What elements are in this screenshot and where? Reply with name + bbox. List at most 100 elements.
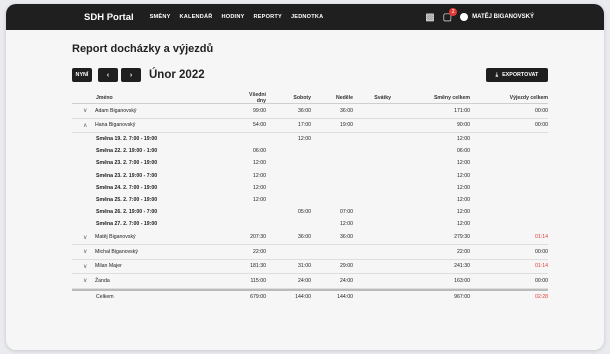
cell-weekdays: 207:30 bbox=[250, 234, 266, 241]
table-row[interactable]: ∧ Hana Biganovský 54:00 17:00 19:00 90:00 00:0… bbox=[72, 119, 548, 133]
cell-name: Směna 23. 2. 7:00 - 19:00 bbox=[96, 160, 158, 167]
cell-name-wrap: ∨ Matěj Biganovský bbox=[72, 234, 242, 241]
cell-shifts-total: 12:00 bbox=[457, 172, 470, 179]
cell-trips-total: 00:00 bbox=[535, 277, 548, 284]
cell-weekdays: 181:30 bbox=[250, 263, 266, 270]
cell-sundays: 24:00 bbox=[340, 277, 353, 284]
nav-item-hodiny[interactable]: HODINY bbox=[222, 14, 245, 20]
cell-name: Milan Majer bbox=[95, 263, 122, 270]
user-avatar-icon bbox=[460, 13, 469, 21]
cell-name: Směna 23. 2. 19:00 - 7:00 bbox=[96, 172, 158, 179]
table-row[interactable]: ∨ Matěj Biganovský 207:30 36:00 36:00 279:30 0… bbox=[72, 231, 548, 245]
cell-name-wrap: ∨ Žanda bbox=[72, 277, 242, 285]
cell-name: Michal Biganovský bbox=[95, 248, 138, 255]
cell-name: Matěj Biganovský bbox=[95, 234, 136, 241]
export-button[interactable]: ⤓ EXPORTOVAT bbox=[486, 68, 548, 82]
col-header-shifts-total[interactable]: Směny celkem bbox=[391, 95, 470, 101]
cell-name-wrap: ∨ Milan Majer bbox=[72, 263, 242, 270]
top-navbar: SDH Portal SMĚNY KALENDÁŘ HODINY REPORTY… bbox=[6, 4, 604, 30]
chevron-down-icon[interactable]: ∨ bbox=[83, 248, 95, 255]
col-header-name[interactable]: Jméno bbox=[72, 95, 242, 101]
chevron-down-icon[interactable]: ∨ bbox=[83, 277, 95, 284]
export-label: EXPORTOVAT bbox=[502, 72, 539, 78]
table-row[interactable]: ∨ Adam Biganovský 99:00 36:00 36:00 171:00 00:… bbox=[72, 104, 548, 119]
cell-shifts-total: 06:00 bbox=[457, 148, 470, 155]
chevron-down-icon[interactable]: ∨ bbox=[83, 234, 95, 241]
total-row: Celkem 679:00 144:00 144:00 967:00 02:28 bbox=[72, 288, 548, 303]
chevron-down-icon[interactable]: ∨ bbox=[83, 107, 95, 114]
col-header-weekdays[interactable]: Všední dny bbox=[242, 92, 266, 104]
header-actions: ▩ ▢ 2 MATĚJ BIGANOVSKÝ bbox=[425, 7, 534, 23]
table-row[interactable]: ∨ Milan Majer 181:30 31:00 29:00 241:30 01:14 bbox=[72, 260, 548, 274]
chevron-up-icon[interactable]: ∧ bbox=[83, 122, 95, 129]
col-header-sundays[interactable]: Neděle bbox=[311, 95, 353, 101]
cell-sundays: 144:00 bbox=[337, 293, 353, 300]
brand-title[interactable]: SDH Portal bbox=[84, 12, 134, 23]
calendar-notification-icon[interactable]: ▢ 2 bbox=[443, 7, 458, 23]
cell-sundays: 19:00 bbox=[340, 122, 353, 129]
user-menu[interactable]: MATĚJ BIGANOVSKÝ bbox=[460, 13, 534, 21]
cell-shifts-total: 163:00 bbox=[454, 277, 470, 284]
cell-weekdays: 99:00 bbox=[253, 107, 266, 114]
table-header-row: Jméno Všední dny Soboty Neděle Svátky Sm… bbox=[72, 92, 548, 104]
col-header-holidays[interactable]: Svátky bbox=[353, 95, 391, 101]
cell-name-wrap: ∨ Michal Biganovský bbox=[72, 248, 242, 256]
col-header-trips-total[interactable]: Výjezdy celkem bbox=[470, 95, 548, 101]
page-title: Report docházky a výjezdů bbox=[72, 43, 214, 55]
shift-row: Směna 25. 2. 7:00 - 19:00 12:00 12:00 bbox=[72, 194, 548, 206]
cell-name: Adam Biganovský bbox=[95, 107, 137, 114]
cell-shifts-total: 12:00 bbox=[457, 221, 470, 228]
shift-row: Směna 19. 2. 7:00 - 19:00 12:00 12:00 bbox=[72, 133, 548, 145]
prev-month-button[interactable]: ‹ bbox=[98, 68, 118, 82]
cell-name: Směna 26. 2. 19:00 - 7:00 bbox=[96, 209, 158, 216]
cell-name: Celkem bbox=[96, 293, 114, 300]
report-toolbar: NYNÍ ‹ › Únor 2022 ⤓ EXPORTOVAT bbox=[72, 67, 548, 83]
report-table: Jméno Všední dny Soboty Neděle Svátky Sm… bbox=[72, 92, 548, 303]
cell-shifts-total: 90:00 bbox=[457, 122, 470, 129]
shift-row: Směna 23. 2. 7:00 - 19:00 12:00 12:00 bbox=[72, 157, 548, 169]
nav-item-reporty[interactable]: REPORTY bbox=[254, 14, 282, 20]
table-row[interactable]: ∨ Michal Biganovský 22:00 22:00 00:00 bbox=[72, 245, 548, 260]
shift-row: Směna 22. 2. 19:00 - 1:00 06:00 06:00 bbox=[72, 145, 548, 157]
main-nav: SMĚNY KALENDÁŘ HODINY REPORTY JEDNOTKA bbox=[150, 14, 324, 20]
app-window: SDH Portal SMĚNY KALENDÁŘ HODINY REPORTY… bbox=[6, 4, 604, 350]
cell-shifts-total: 967:00 bbox=[454, 293, 470, 300]
cell-weekdays: 12:00 bbox=[253, 197, 266, 204]
cell-weekdays: 679:00 bbox=[250, 293, 266, 300]
nav-item-jednotka[interactable]: JEDNOTKA bbox=[291, 14, 323, 20]
cell-shifts-total: 12:00 bbox=[457, 184, 470, 191]
cell-saturdays: 17:00 bbox=[298, 122, 311, 129]
cell-trips-total: 00:00 bbox=[535, 107, 548, 114]
cell-weekdays: 06:00 bbox=[253, 148, 266, 155]
cell-shifts-total: 12:00 bbox=[457, 209, 470, 216]
nav-item-kalendar[interactable]: KALENDÁŘ bbox=[180, 14, 213, 20]
cell-trips-total: 00:00 bbox=[535, 122, 548, 129]
cell-sundays: 29:00 bbox=[340, 263, 353, 270]
cell-shifts-total: 22:00 bbox=[457, 248, 470, 255]
cell-trips-total: 00:00 bbox=[535, 248, 548, 255]
download-icon: ⤓ bbox=[495, 71, 499, 78]
nav-item-smeny[interactable]: SMĚNY bbox=[150, 14, 171, 20]
cell-name-wrap: ∧ Hana Biganovský bbox=[72, 122, 242, 129]
now-button[interactable]: NYNÍ bbox=[72, 68, 92, 82]
current-month: Únor 2022 bbox=[149, 69, 205, 81]
cell-weekdays: 12:00 bbox=[253, 160, 266, 167]
table-row[interactable]: ∨ Žanda 115:00 24:00 24:00 163:00 00:00 bbox=[72, 274, 548, 289]
cell-weekdays: 12:00 bbox=[253, 172, 266, 179]
cell-saturdays: 24:00 bbox=[298, 277, 311, 284]
next-month-button[interactable]: › bbox=[121, 68, 141, 82]
cell-trips-total: 02:28 bbox=[535, 293, 548, 300]
cell-saturdays: 36:00 bbox=[298, 107, 311, 114]
cell-saturdays: 31:00 bbox=[298, 263, 311, 270]
chart-icon[interactable]: ▩ bbox=[425, 12, 434, 23]
cell-shifts-total: 171:00 bbox=[454, 107, 470, 114]
cell-sundays: 36:00 bbox=[340, 234, 353, 241]
chevron-down-icon[interactable]: ∨ bbox=[83, 263, 95, 270]
cell-sundays: 07:00 bbox=[340, 209, 353, 216]
cell-shifts-total: 12:00 bbox=[457, 160, 470, 167]
cell-name: Směna 19. 2. 7:00 - 19:00 bbox=[96, 136, 158, 143]
cell-name: Směna 24. 2. 7:00 - 19:00 bbox=[96, 184, 158, 191]
notification-badge: 2 bbox=[449, 7, 458, 16]
cell-trips-total: 01:14 bbox=[535, 263, 548, 270]
col-header-saturdays[interactable]: Soboty bbox=[266, 95, 311, 101]
